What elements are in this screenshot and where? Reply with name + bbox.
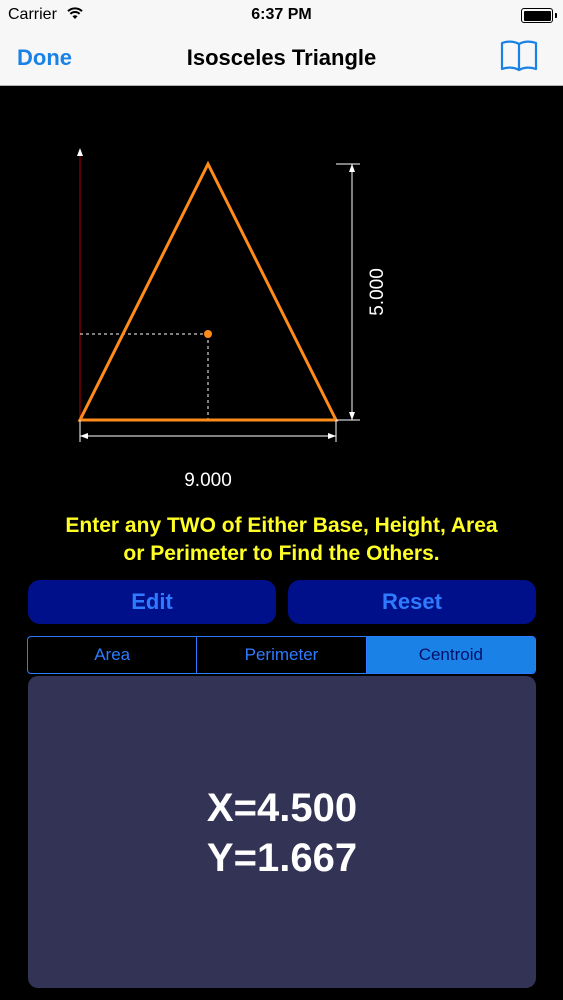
height-arrow-top (349, 164, 355, 172)
instructions-text: Enter any TWO of Either Base, Height, Ar… (0, 512, 563, 568)
result-panel: X=4.500 Y=1.667 (28, 676, 536, 988)
segment-area[interactable]: Area (28, 637, 196, 673)
height-label: 5.000 (367, 268, 388, 316)
book-icon[interactable] (499, 38, 539, 74)
status-bar: Carrier 6:37 PM (0, 0, 563, 30)
instructions-line-1: Enter any TWO of Either Base, Height, Ar… (65, 514, 498, 537)
triangle-shape (77, 160, 339, 422)
reset-button[interactable]: Reset (288, 580, 536, 624)
navigation-bar: Done Isosceles Triangle (0, 30, 563, 86)
centroid-y-value: Y=1.667 (206, 836, 358, 880)
centroid-point (204, 330, 212, 338)
battery-icon (521, 8, 557, 23)
instructions-line-2: or Perimeter to Find the Others. (123, 542, 440, 565)
edit-button[interactable]: Edit (28, 580, 276, 624)
status-time: 6:37 PM (251, 6, 312, 23)
page-title: Isosceles Triangle (186, 45, 377, 70)
segment-centroid[interactable]: Centroid (365, 637, 535, 673)
base-arrow-left (80, 433, 88, 439)
centroid-x-value: X=4.500 (206, 786, 358, 830)
triangle-diagram: 5.000 9.000 (77, 148, 388, 491)
base-arrow-right (328, 433, 336, 439)
y-axis-arrow (77, 148, 83, 156)
base-label: 9.000 (184, 470, 232, 491)
result-segmented-control: Area Perimeter Centroid (27, 636, 536, 674)
done-button[interactable]: Done (17, 45, 72, 71)
height-arrow-bottom (349, 412, 355, 420)
segment-perimeter[interactable]: Perimeter (196, 637, 365, 673)
